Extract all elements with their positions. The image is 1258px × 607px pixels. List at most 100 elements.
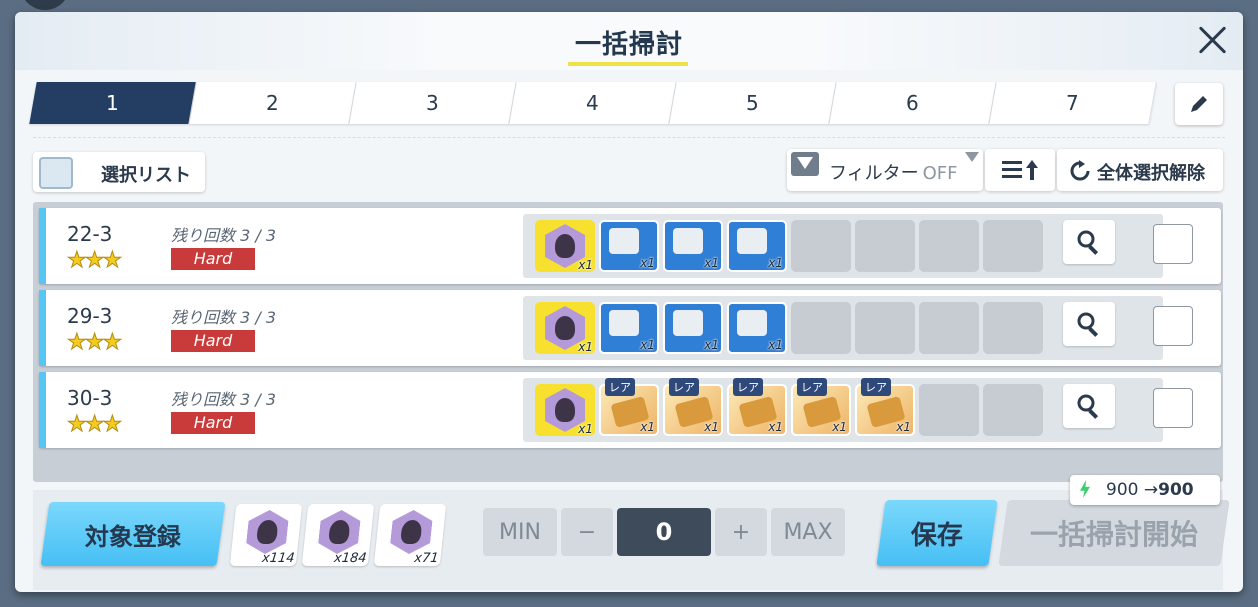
filter-icon xyxy=(791,152,819,176)
tab-label: 2 xyxy=(266,91,279,115)
reward-item[interactable]: x1 xyxy=(727,302,787,354)
reward-count: x1 xyxy=(704,420,719,434)
reward-item[interactable]: x1 xyxy=(727,220,787,272)
stage-list: 22-3 ★★★ 残り回数 3 / 3 Hard x1 x1 x1 x1 29-… xyxy=(33,202,1223,482)
empty-slot xyxy=(983,384,1043,436)
ap-cost-text: 900 →900 xyxy=(1106,480,1194,500)
stage-number: 22-3 xyxy=(67,222,113,246)
sort-button[interactable] xyxy=(985,149,1055,191)
held-character[interactable]: x184 xyxy=(301,504,375,566)
ap-cost-badge: 900 →900 xyxy=(1070,475,1220,505)
tab-label: 6 xyxy=(906,91,919,115)
empty-slot xyxy=(791,302,851,354)
remaining-count: 残り回数 3 / 3 xyxy=(171,308,277,327)
reward-items: x1 x1 x1 x1 xyxy=(523,214,1163,278)
filter-label: フィルター OFF xyxy=(829,159,958,185)
held-count: x184 xyxy=(333,551,368,566)
reward-count: x1 xyxy=(640,256,655,270)
star-rating: ★★★ xyxy=(66,248,122,274)
stage-row[interactable]: 22-3 ★★★ 残り回数 3 / 3 Hard x1 x1 x1 x1 xyxy=(39,208,1221,284)
search-button[interactable] xyxy=(1063,302,1115,346)
divider xyxy=(33,137,1225,138)
select-list-toggle[interactable]: 選択リスト xyxy=(33,152,205,192)
register-target-button[interactable]: 対象登録 xyxy=(40,502,226,566)
row-checkbox[interactable] xyxy=(1153,306,1193,346)
difficulty-badge: Hard xyxy=(171,248,255,270)
reward-count: x1 xyxy=(578,258,593,272)
reward-rare-item[interactable]: レア x1 xyxy=(855,378,915,436)
empty-slot xyxy=(919,384,979,436)
search-button[interactable] xyxy=(1063,220,1115,264)
pencil-icon xyxy=(1191,96,1207,112)
select-list-checkbox[interactable] xyxy=(39,157,73,189)
tab-6[interactable]: 6 xyxy=(829,82,997,124)
search-button[interactable] xyxy=(1063,384,1115,428)
reward-count: x1 xyxy=(640,338,655,352)
close-icon[interactable] xyxy=(1195,22,1229,56)
reward-character[interactable]: x1 xyxy=(535,302,595,354)
row-accent xyxy=(39,208,46,284)
reward-rare-item[interactable]: レア x1 xyxy=(599,378,659,436)
tab-4[interactable]: 4 xyxy=(509,82,677,124)
held-character[interactable]: x114 xyxy=(229,504,303,566)
bulk-sweep-dialog: 一括掃討 1 2 3 4 5 6 7 選択リスト フィルター OFF 全体選択解除… xyxy=(15,12,1243,592)
select-list-label: 選択リスト xyxy=(101,165,191,186)
row-accent xyxy=(39,372,46,448)
reward-count: x1 xyxy=(704,338,719,352)
held-character[interactable]: x71 xyxy=(373,504,447,566)
star-rating: ★★★ xyxy=(66,330,122,356)
tab-label: 3 xyxy=(426,91,439,115)
bottom-bar: 対象登録 x114 x184 x71 MIN − 0 + MAX 保存 一括掃討… xyxy=(33,490,1230,590)
held-count: x114 xyxy=(261,551,296,566)
rare-tag: レア xyxy=(861,378,891,396)
preset-tabs: 1 2 3 4 5 6 7 xyxy=(29,82,1157,124)
row-checkbox[interactable] xyxy=(1153,224,1193,264)
start-sweep-label: 一括掃討開始 xyxy=(1029,518,1198,551)
reward-character[interactable]: x1 xyxy=(535,220,595,272)
reward-item[interactable]: x1 xyxy=(663,302,723,354)
remaining-count: 残り回数 3 / 3 xyxy=(171,390,277,409)
count-value[interactable]: 0 xyxy=(617,508,711,556)
filter-state: OFF xyxy=(922,163,958,184)
reward-count: x1 xyxy=(578,340,593,354)
magnifier-icon xyxy=(1077,230,1099,255)
filter-button[interactable]: フィルター OFF xyxy=(787,149,983,191)
ap-to: 900 xyxy=(1158,480,1194,500)
stage-row[interactable]: 29-3 ★★★ 残り回数 3 / 3 Hard x1 x1 x1 x1 xyxy=(39,290,1221,366)
reward-rare-item[interactable]: レア x1 xyxy=(727,378,787,436)
start-sweep-button[interactable]: 一括掃討開始 xyxy=(998,500,1230,566)
min-button[interactable]: MIN xyxy=(483,508,557,556)
plus-button[interactable]: + xyxy=(715,508,767,556)
rare-tag: レア xyxy=(669,378,699,396)
tab-3[interactable]: 3 xyxy=(349,82,517,124)
tab-7[interactable]: 7 xyxy=(989,82,1157,124)
rare-tag: レア xyxy=(733,378,763,396)
tab-1[interactable]: 1 xyxy=(29,82,197,124)
row-checkbox[interactable] xyxy=(1153,388,1193,428)
tab-5[interactable]: 5 xyxy=(669,82,837,124)
reward-rare-item[interactable]: レア x1 xyxy=(791,378,851,436)
filter-label-text: フィルター xyxy=(829,163,919,184)
empty-slot xyxy=(855,220,915,272)
edit-button[interactable] xyxy=(1175,83,1223,125)
character-portrait xyxy=(389,510,434,554)
dialog-title: 一括掃討 xyxy=(574,30,683,60)
reward-rare-item[interactable]: レア x1 xyxy=(663,378,723,436)
deselect-all-button[interactable]: 全体選択解除 xyxy=(1057,149,1223,191)
minus-button[interactable]: − xyxy=(561,508,613,556)
max-button[interactable]: MAX xyxy=(771,508,845,556)
reward-count: x1 xyxy=(768,256,783,270)
tab-2[interactable]: 2 xyxy=(189,82,357,124)
stage-row[interactable]: 30-3 ★★★ 残り回数 3 / 3 Hard x1 レア x1 レア x1 レア… xyxy=(39,372,1221,448)
reward-item[interactable]: x1 xyxy=(663,220,723,272)
reward-item[interactable]: x1 xyxy=(599,220,659,272)
remaining-count: 残り回数 3 / 3 xyxy=(171,226,277,245)
reward-item[interactable]: x1 xyxy=(599,302,659,354)
reward-count: x1 xyxy=(578,422,593,436)
save-button[interactable]: 保存 xyxy=(876,500,998,566)
character-portrait xyxy=(317,510,362,554)
register-target-label: 対象登録 xyxy=(85,522,181,551)
save-label: 保存 xyxy=(910,520,963,551)
reward-character[interactable]: x1 xyxy=(535,384,595,436)
energy-bolt-icon xyxy=(1080,480,1090,498)
